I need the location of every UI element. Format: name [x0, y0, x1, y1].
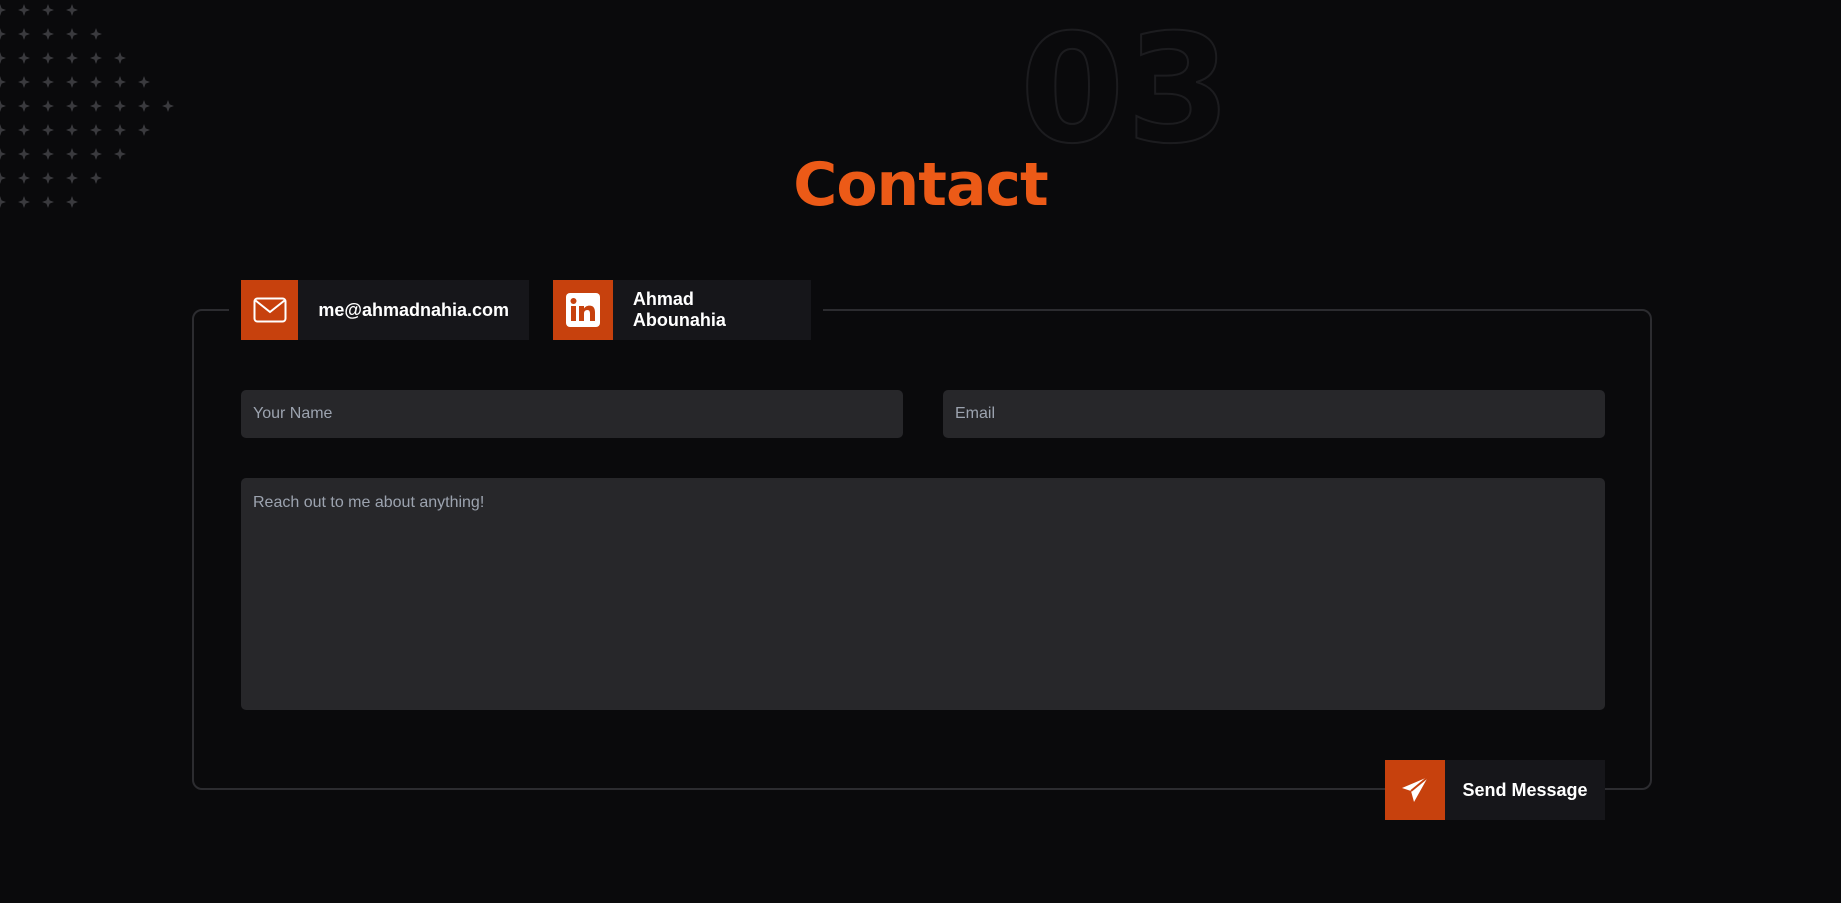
sparkle-dot [18, 52, 30, 64]
sparkle-dot [90, 100, 102, 112]
sparkle-dot [66, 100, 78, 112]
sparkle-dot [0, 4, 6, 16]
sparkle-dot [90, 76, 102, 88]
linkedin-link-label: Ahmad Abounahia [632, 289, 726, 330]
name-input[interactable] [241, 390, 903, 438]
sparkle-dot [18, 76, 30, 88]
message-textarea[interactable] [241, 478, 1605, 710]
send-message-button[interactable]: Send Message [1385, 760, 1605, 820]
sparkle-dot [90, 28, 102, 40]
sparkle-dot [0, 124, 6, 136]
sparkle-dot [42, 52, 54, 64]
sparkle-dot [42, 124, 54, 136]
sparkle-dot [0, 76, 6, 88]
mail-icon [241, 280, 299, 340]
sparkle-dot [18, 28, 30, 40]
sparkle-dot [0, 100, 6, 112]
sparkle-dot [114, 52, 126, 64]
sparkle-dot [18, 4, 30, 16]
send-message-label: Send Message [1462, 779, 1588, 800]
sparkle-dot [66, 76, 78, 88]
sparkle-dot [42, 100, 54, 112]
sparkle-dot [66, 4, 78, 16]
sparkle-dot [114, 76, 126, 88]
linkedin-icon [553, 280, 613, 340]
section-number: 03 [1019, 3, 1233, 177]
sparkle-dot [66, 28, 78, 40]
sparkle-dot [162, 100, 174, 112]
contact-section: 03 Contact me@ahmadnahia.com Ahmad Aboun… [0, 0, 1841, 903]
sparkle-dot [66, 124, 78, 136]
sparkle-dot [90, 52, 102, 64]
sparkle-dot [42, 76, 54, 88]
sparkle-dot [18, 100, 30, 112]
sparkle-dot [138, 76, 150, 88]
linkedin-link[interactable]: Ahmad Abounahia [553, 280, 811, 340]
page-title: Contact [793, 150, 1048, 220]
sparkle-dot [114, 100, 126, 112]
email-input[interactable] [943, 390, 1605, 438]
sparkle-dot [0, 52, 6, 64]
sparkle-dot [18, 124, 30, 136]
email-link[interactable]: me@ahmadnahia.com [241, 280, 529, 340]
sparkle-dot [42, 4, 54, 16]
paper-plane-icon [1385, 760, 1445, 820]
sparkle-dot [138, 100, 150, 112]
sparkle-dot [66, 52, 78, 64]
sparkle-dot [90, 124, 102, 136]
sparkle-dot [0, 28, 6, 40]
email-link-label: me@ahmadnahia.com [318, 299, 509, 320]
sparkle-dot [138, 124, 150, 136]
sparkle-dot [114, 124, 126, 136]
sparkle-dot [42, 28, 54, 40]
